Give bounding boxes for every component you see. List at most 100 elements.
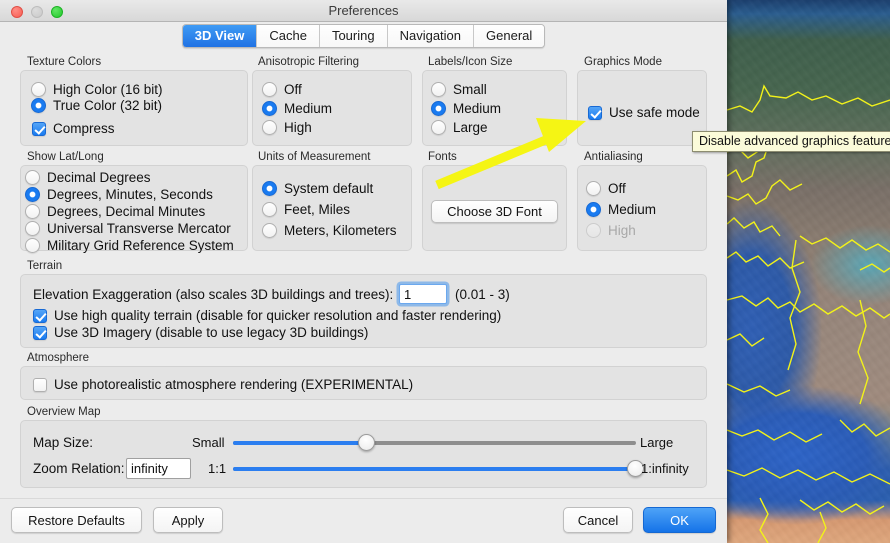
radio-label: Meters, Kilometers	[284, 223, 397, 238]
map-size-max-label: Large	[640, 435, 674, 450]
radio-label: High	[608, 223, 636, 238]
checkbox-high-quality-terrain[interactable]: Use high quality terrain (disable for qu…	[33, 308, 501, 323]
radio-aniso-off[interactable]: Off	[262, 82, 302, 97]
radio-indicator	[586, 181, 601, 196]
checkbox-indicator	[33, 377, 47, 392]
close-button[interactable]	[11, 6, 23, 18]
radio-indicator	[262, 82, 277, 97]
zoom-button[interactable]	[51, 6, 63, 18]
radio-indicator	[262, 202, 277, 217]
radio-label: Medium	[284, 101, 333, 116]
zoom-relation-label: Zoom Relation:	[33, 461, 125, 476]
tab-touring[interactable]: Touring	[319, 25, 388, 47]
zoom-relation-min-label: 1:1	[208, 461, 227, 476]
radio-label: Off	[284, 82, 302, 97]
apply-button[interactable]: Apply	[153, 507, 223, 533]
anisotropic-filtering-label: Anisotropic Filtering	[258, 56, 359, 68]
radio-label: Degrees, Decimal Minutes	[47, 204, 206, 219]
radio-indicator	[25, 187, 40, 202]
checkbox-use-3d-imagery[interactable]: Use 3D Imagery (disable to use legacy 3D…	[33, 325, 368, 340]
radio-aniso-medium[interactable]: Medium	[262, 101, 332, 116]
radio-units-meters-kilometers[interactable]: Meters, Kilometers	[262, 223, 397, 238]
radio-label: True Color (32 bit)	[53, 98, 163, 113]
radio-indicator	[586, 223, 601, 238]
radio-indicator	[25, 204, 40, 219]
radio-indicator	[431, 120, 446, 135]
map-size-min-label: Small	[192, 435, 225, 450]
choose-3d-font-button[interactable]: Choose 3D Font	[431, 200, 558, 223]
texture-colors-label: Texture Colors	[27, 56, 102, 68]
radio-indicator	[25, 221, 40, 236]
radio-indicator	[262, 223, 277, 238]
atmosphere-label: Atmosphere	[27, 352, 90, 364]
tab-general[interactable]: General	[474, 25, 545, 47]
checkbox-label: Use 3D Imagery (disable to use legacy 3D…	[54, 325, 369, 340]
graphics-mode-label: Graphics Mode	[584, 56, 662, 68]
checkbox-indicator	[33, 325, 47, 340]
radio-label-size-small[interactable]: Small	[431, 82, 487, 97]
ok-button[interactable]: OK	[643, 507, 716, 533]
radio-units-system-default[interactable]: System default	[262, 181, 373, 196]
labels-icon-size-label: Labels/Icon Size	[428, 56, 513, 68]
radio-label: High	[284, 120, 312, 135]
radio-label: High Color (16 bit)	[53, 82, 163, 97]
tooltip-disable-advanced-graphics: Disable advanced graphics features	[692, 131, 890, 152]
radio-label: Feet, Miles	[284, 202, 351, 217]
radio-high-color[interactable]: High Color (16 bit)	[31, 82, 163, 97]
cancel-button[interactable]: Cancel	[563, 507, 633, 533]
terrain-label: Terrain	[27, 260, 63, 272]
checkbox-compress[interactable]: Compress	[32, 121, 115, 136]
radio-indicator	[586, 202, 601, 217]
show-lat-long-label: Show Lat/Long	[27, 151, 104, 163]
radio-indicator	[262, 181, 277, 196]
radio-label: Small	[453, 82, 487, 97]
antialiasing-label: Antialiasing	[584, 151, 643, 163]
radio-degrees-decimal-minutes[interactable]: Degrees, Decimal Minutes	[25, 204, 205, 219]
radio-label: Degrees, Minutes, Seconds	[47, 187, 213, 202]
minimize-button[interactable]	[31, 6, 43, 18]
dialog-footer: Restore Defaults Apply Cancel OK	[0, 498, 727, 543]
slider-fill	[233, 441, 366, 445]
radio-utm[interactable]: Universal Transverse Mercator	[25, 221, 231, 236]
checkbox-photorealistic-atmosphere[interactable]: Use photorealistic atmosphere rendering …	[33, 377, 413, 392]
tab-3d-view[interactable]: 3D View	[182, 25, 258, 47]
tab-cache[interactable]: Cache	[257, 25, 320, 47]
preferences-window: Preferences 3D View Cache Touring Naviga…	[0, 0, 727, 543]
units-of-measurement-label: Units of Measurement	[258, 151, 371, 163]
checkbox-label: Use photorealistic atmosphere rendering …	[54, 377, 414, 392]
overview-map-label: Overview Map	[27, 406, 101, 418]
radio-units-feet-miles[interactable]: Feet, Miles	[262, 202, 350, 217]
checkbox-use-safe-mode[interactable]: Use safe mode	[588, 105, 700, 120]
slider-fill	[233, 467, 636, 471]
radio-label-size-medium[interactable]: Medium	[431, 101, 501, 116]
radio-degrees-minutes-seconds[interactable]: Degrees, Minutes, Seconds	[25, 187, 213, 202]
screen: Preferences 3D View Cache Touring Naviga…	[0, 0, 890, 543]
restore-defaults-button[interactable]: Restore Defaults	[11, 507, 142, 533]
radio-mgrs[interactable]: Military Grid Reference System	[25, 238, 234, 253]
radio-indicator	[31, 82, 46, 97]
radio-indicator	[431, 101, 446, 116]
zoom-relation-slider[interactable]	[233, 459, 644, 479]
tab-bar: 3D View Cache Touring Navigation General	[0, 22, 727, 50]
checkbox-label: Compress	[53, 121, 115, 136]
slider-thumb[interactable]	[357, 434, 375, 451]
radio-antialiasing-off[interactable]: Off	[586, 181, 626, 196]
radio-true-color[interactable]: True Color (32 bit)	[31, 98, 162, 113]
radio-label: System default	[284, 181, 374, 196]
radio-aniso-high[interactable]: High	[262, 120, 312, 135]
elevation-exaggeration-input[interactable]: 1	[399, 284, 447, 304]
radio-decimal-degrees[interactable]: Decimal Degrees	[25, 170, 151, 185]
radio-label: Military Grid Reference System	[47, 238, 234, 253]
radio-indicator	[262, 101, 277, 116]
radio-antialiasing-medium[interactable]: Medium	[586, 202, 656, 217]
checkbox-label: Use high quality terrain (disable for qu…	[54, 308, 502, 323]
radio-indicator	[262, 120, 277, 135]
radio-label-size-large[interactable]: Large	[431, 120, 488, 135]
map-size-slider[interactable]	[233, 433, 636, 453]
checkbox-indicator	[33, 308, 47, 323]
radio-label: Medium	[608, 202, 657, 217]
tab-navigation[interactable]: Navigation	[387, 25, 475, 47]
radio-indicator	[25, 238, 40, 253]
radio-indicator	[431, 82, 446, 97]
zoom-relation-input[interactable]: infinity	[126, 458, 191, 479]
